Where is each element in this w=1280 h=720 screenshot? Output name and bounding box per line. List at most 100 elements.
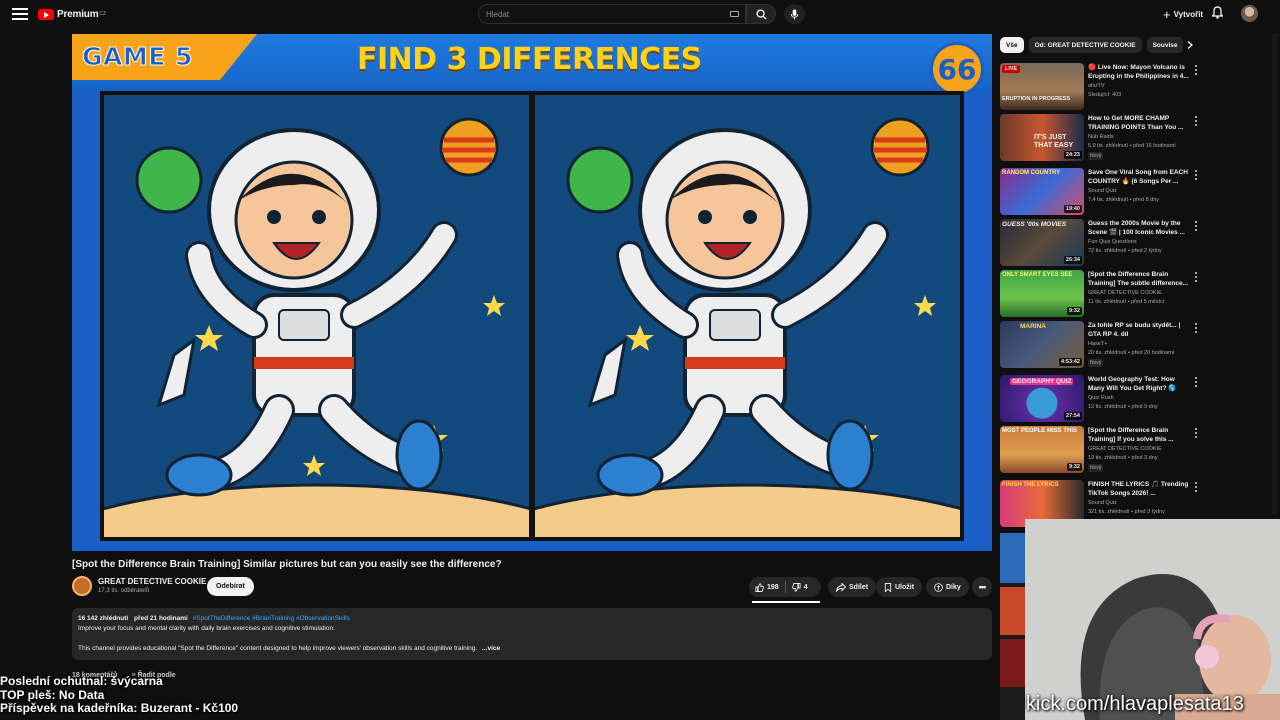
chip-from-channel[interactable]: Od: GREAT DETECTIVE COOKIE	[1028, 37, 1142, 53]
recommended-video[interactable]: RANDOM COUNTRY 19:40 Save One Viral Song…	[1000, 168, 1200, 216]
video-meta: Sledující: 403	[1088, 92, 1122, 98]
more-vertical-icon[interactable]	[1193, 323, 1199, 333]
subscribe-button[interactable]: Odebírat	[207, 577, 254, 596]
more-actions-button[interactable]: •••	[972, 577, 992, 597]
channel-name: GREAT DETECTIVE COOKIE	[1088, 290, 1162, 296]
thanks-action: Díky	[926, 577, 969, 597]
share-action: Sdílet	[828, 577, 877, 597]
astronaut-illustration-left	[104, 95, 529, 537]
channel-name[interactable]: GREAT DETECTIVE COOKIE	[98, 577, 206, 586]
menu-icon[interactable]	[12, 8, 28, 20]
channel-name: Fun Quiz Questions	[1088, 239, 1137, 245]
channel-name: afarTV	[1088, 83, 1105, 89]
kick-url: kick.com/hlavaplesata13	[1026, 693, 1244, 715]
video-meta: 72 tis. zhlédnutí • před 2 týdny	[1088, 248, 1162, 254]
video-duration: 9:32	[1066, 463, 1082, 471]
recommended-video[interactable]: GUESS '00s MOVIES 26:34 Guess the 2000s …	[1000, 219, 1200, 267]
search-input[interactable]	[486, 9, 706, 19]
logo-country: CZ	[99, 10, 107, 17]
new-badge: Nový	[1088, 464, 1104, 472]
recommended-video[interactable]: MOST PEOPLE MISS THIS 9:32 [Spot the Dif…	[1000, 426, 1200, 474]
puzzle-frame	[100, 91, 964, 541]
notifications-button[interactable]	[1211, 6, 1224, 24]
video-title: How to Get MORE CHAMP TRAINING POINTS Th…	[1088, 115, 1184, 131]
video-meta: 20 tis. zhlédnutí • před 20 hodinami	[1088, 350, 1175, 356]
video-player[interactable]: GAME 5 FIND 3 DIFFERENCES 66	[72, 34, 992, 551]
like-button[interactable]: 198	[749, 577, 785, 597]
channel-avatar[interactable]	[72, 576, 92, 596]
like-count: 198	[767, 583, 779, 591]
recommended-video[interactable]: MARINA 4:53:42 Za tohle RP se budu stydě…	[1000, 321, 1200, 369]
chip-related[interactable]: Souvise	[1146, 37, 1183, 53]
plus-icon: +	[1163, 6, 1171, 22]
description-box[interactable]: 16 142 zhlédnutí před 21 hodinami #SpotT…	[72, 608, 992, 660]
channel-name: Quiz Rush	[1088, 395, 1114, 401]
view-count: 16 142 zhlédnutí	[78, 615, 129, 622]
video-meta: 19 tis. zhlédnutí • před 3 dny	[1088, 455, 1158, 461]
video-thumbnail: GUESS '00s MOVIES 26:34	[1000, 219, 1084, 266]
video-meta: 11 tis. zhlédnutí • před 5 měsíci	[1088, 299, 1165, 305]
video-title: Za tohle RP se budu stydět... | GTA RP 4…	[1088, 322, 1181, 338]
account-avatar[interactable]	[1241, 5, 1258, 22]
new-badge: Nový	[1088, 359, 1104, 367]
mic-icon	[790, 8, 799, 20]
voice-search-button[interactable]	[784, 4, 805, 24]
webcam-scene	[1025, 519, 1280, 720]
live-badge: LIVE	[1002, 65, 1021, 73]
recommended-video[interactable]: ONLY SMART EYES SEE 9:32 [Spot the Diffe…	[1000, 270, 1200, 318]
video-title: 🔴 Live Now: Mayon Volcano is Erupting in…	[1088, 64, 1189, 80]
upload-age: před 21 hodinami	[134, 615, 188, 622]
search-box	[478, 4, 746, 24]
keyboard-icon[interactable]	[730, 11, 739, 17]
video-meta: 12 tis. zhlédnutí • před 9 dny	[1088, 404, 1158, 410]
more-vertical-icon[interactable]	[1193, 428, 1199, 438]
video-title: [Spot the Difference Brain Training] If …	[1088, 427, 1174, 443]
recommended-video[interactable]: GEOGRAPHY QUIZ 27:54 World Geography Tes…	[1000, 375, 1200, 423]
thumbnail-caption: RANDOM COUNTRY	[1002, 170, 1061, 176]
filter-chips: Vše Od: GREAT DETECTIVE COOKIE Souvise	[1000, 37, 1183, 53]
bell-icon	[1211, 6, 1224, 19]
recommended-video[interactable]: LIVE ERUPTION IN PROGRESS 🔴 Live Now: Ma…	[1000, 63, 1200, 111]
video-duration: 26:34	[1063, 256, 1082, 264]
recommended-video[interactable]: IT'S JUST THAT EASY 24:23 How to Get MOR…	[1000, 114, 1200, 162]
thanks-button[interactable]: Díky	[926, 577, 969, 597]
more-vertical-icon[interactable]	[1193, 221, 1199, 231]
channel-name: Sound Quiz	[1088, 188, 1117, 194]
thanks-icon	[934, 582, 943, 592]
chevron-right-icon	[1187, 41, 1193, 49]
thumbnail-caption: MOST PEOPLE MISS THIS	[1002, 428, 1078, 434]
more-vertical-icon[interactable]	[1193, 116, 1199, 126]
more-vertical-icon[interactable]	[1193, 482, 1199, 492]
thumbnail-caption: ERUPTION IN PROGRESS	[1002, 96, 1071, 102]
video-duration: 9:32	[1066, 307, 1082, 315]
share-button[interactable]: Sdílet	[828, 577, 877, 597]
more-vertical-icon[interactable]	[1193, 272, 1199, 282]
new-badge: Nový	[1088, 152, 1104, 160]
thumbs-down-icon	[791, 582, 801, 592]
chip-all[interactable]: Vše	[1000, 37, 1024, 53]
youtube-play-icon	[38, 8, 54, 20]
overlay-line-2: TOP pleš: No Data	[0, 687, 105, 702]
create-button[interactable]: + Vytvořit	[1157, 5, 1209, 23]
video-meta: 5,9 tis. zhlédnutí • před 16 hodinami	[1088, 143, 1176, 149]
more-vertical-icon[interactable]	[1193, 377, 1199, 387]
hashtags[interactable]: #SpotTheDifference #BrainTraining #Obser…	[193, 615, 350, 622]
channel-subscribers: 17,3 tis. odběratelů	[98, 588, 150, 594]
video-thumbnail: IT'S JUST THAT EASY 24:23	[1000, 114, 1084, 161]
video-title: World Geography Test: How Many Will You …	[1088, 376, 1177, 392]
partially-hidden-thumbnails	[1000, 533, 1025, 720]
share-label: Sdílet	[849, 583, 869, 591]
search-button[interactable]	[746, 4, 776, 24]
video-thumbnail: MARINA 4:53:42	[1000, 321, 1084, 368]
save-button[interactable]: Uložit	[876, 577, 923, 597]
page-scrollbar[interactable]	[1272, 34, 1278, 514]
more-vertical-icon[interactable]	[1193, 170, 1199, 180]
chips-next-button[interactable]	[1183, 38, 1197, 52]
dislike-button[interactable]: 4	[786, 577, 814, 597]
more-vertical-icon[interactable]	[1193, 65, 1199, 75]
thumbnail-caption: FINISH THE LYRICS	[1002, 482, 1059, 488]
thumbs-up-icon	[755, 582, 764, 592]
bookmark-icon	[884, 582, 892, 592]
youtube-logo[interactable]: Premium CZ	[38, 8, 107, 20]
show-more-link[interactable]: ...více	[482, 645, 500, 652]
